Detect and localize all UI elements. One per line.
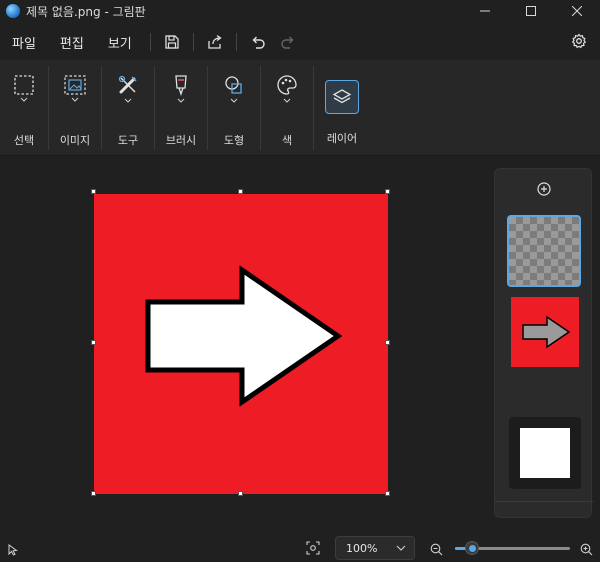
- minimize-icon: [480, 10, 490, 12]
- divider: [495, 501, 593, 502]
- background-layer-preview: [520, 428, 570, 478]
- chevron-down-icon: [124, 98, 132, 103]
- ribbon: 선택 이미지 도구 브러시 도형 색 레이어: [0, 60, 600, 156]
- chevron-down-icon: [177, 98, 185, 103]
- selection-group[interactable]: 선택: [0, 60, 48, 156]
- menu-bar: 파일 편집 보기: [0, 26, 600, 58]
- menu-view[interactable]: 보기: [96, 26, 144, 58]
- add-layer-icon: [537, 182, 551, 196]
- window-controls: [462, 0, 600, 22]
- image-icon-wrap: [64, 60, 86, 118]
- undo-button[interactable]: [243, 27, 273, 57]
- resize-handle-n[interactable]: [238, 189, 243, 194]
- pointer-icon: [8, 544, 18, 556]
- tools-label: 도구: [117, 134, 139, 147]
- arrow-thumbnail-icon: [522, 315, 571, 349]
- redo-button[interactable]: [273, 27, 303, 57]
- minimize-button[interactable]: [462, 0, 508, 22]
- zoom-out-button[interactable]: [430, 541, 443, 560]
- layers-panel: [494, 168, 593, 518]
- brush-icon-wrap: [173, 60, 189, 118]
- selection-label: 선택: [13, 134, 35, 147]
- menu-edit[interactable]: 편집: [48, 26, 96, 58]
- resize-handle-e[interactable]: [385, 340, 390, 345]
- layer-thumbnail-background[interactable]: [509, 417, 581, 489]
- redo-icon: [281, 36, 294, 49]
- chevron-down-icon: [230, 98, 238, 103]
- status-bar: 100%: [0, 532, 600, 562]
- divider: [235, 33, 237, 51]
- add-layer-button[interactable]: [495, 179, 593, 199]
- resize-handle-ne[interactable]: [385, 189, 390, 194]
- tools-icon-wrap: [117, 60, 139, 118]
- layers-group[interactable]: 레이어: [314, 60, 370, 156]
- title-bar: 제목 없음.png - 그림판: [0, 0, 600, 22]
- zoom-value: 100%: [346, 541, 378, 555]
- brush-group[interactable]: 브러시: [155, 60, 207, 156]
- arrow-shape[interactable]: [94, 194, 388, 494]
- shapes-group[interactable]: 도형: [208, 60, 260, 156]
- close-button[interactable]: [554, 0, 600, 22]
- zoom-in-button[interactable]: [580, 541, 593, 560]
- resize-handle-se[interactable]: [385, 491, 390, 496]
- palette-icon-wrap: [276, 60, 298, 118]
- chevron-down-icon: [71, 97, 79, 102]
- resize-handle-sw[interactable]: [91, 491, 96, 496]
- zoom-in-icon: [580, 543, 593, 556]
- chevron-down-icon: [20, 97, 28, 102]
- zoom-dropdown[interactable]: 100%: [335, 536, 415, 560]
- pointer-icon-wrap: [8, 541, 18, 560]
- divider: [149, 33, 151, 51]
- color-group[interactable]: 색: [261, 60, 313, 156]
- gear-icon: [571, 33, 587, 49]
- zoom-out-icon: [430, 543, 443, 556]
- selection-icon-wrap: [14, 60, 34, 118]
- zoom-slider-thumb[interactable]: [465, 541, 480, 555]
- palette-icon: [277, 75, 297, 95]
- paint-app: 제목 없음.png - 그림판 파일 편집 보기 선택 이미지 도구 브러시 도…: [0, 0, 600, 562]
- drawing-canvas[interactable]: [94, 194, 388, 494]
- shapes-icon: [225, 76, 242, 94]
- color-label: 색: [281, 134, 293, 147]
- zoom-slider[interactable]: [455, 541, 570, 555]
- selection-icon: [14, 75, 34, 95]
- layers-toggle-button[interactable]: [325, 80, 359, 114]
- resize-handle-w[interactable]: [91, 340, 96, 345]
- menu-file[interactable]: 파일: [0, 26, 48, 58]
- image-group[interactable]: 이미지: [49, 60, 101, 156]
- resize-handle-nw[interactable]: [91, 189, 96, 194]
- tools-group[interactable]: 도구: [102, 60, 154, 156]
- layer-thumbnail-arrow[interactable]: [511, 297, 579, 367]
- undo-icon: [252, 36, 265, 49]
- layers-label: 레이어: [326, 132, 358, 145]
- close-icon: [572, 6, 582, 16]
- chevron-down-icon: [396, 545, 406, 551]
- shapes-label: 도형: [223, 134, 245, 147]
- chevron-down-icon: [283, 98, 291, 103]
- canvas-workspace: [0, 157, 490, 532]
- layer-thumbnail-transparent[interactable]: [507, 215, 581, 287]
- layers-icon: [332, 89, 352, 104]
- window-title: 제목 없음.png - 그림판: [26, 4, 146, 19]
- fit-screen-button[interactable]: [306, 540, 320, 559]
- brush-label: 브러시: [165, 134, 197, 147]
- share-button[interactable]: [200, 27, 230, 57]
- image-icon: [64, 75, 86, 95]
- maximize-icon: [526, 6, 536, 16]
- save-button[interactable]: [157, 27, 187, 57]
- save-icon: [165, 35, 179, 49]
- tools-icon: [118, 75, 137, 94]
- image-label: 이미지: [59, 134, 91, 147]
- shapes-icon-wrap: [223, 60, 245, 118]
- maximize-button[interactable]: [508, 0, 554, 22]
- settings-button[interactable]: [564, 26, 594, 56]
- brush-icon: [175, 75, 187, 96]
- share-icon: [208, 34, 222, 49]
- resize-handle-s[interactable]: [238, 491, 243, 496]
- divider: [192, 33, 194, 51]
- fit-screen-icon: [306, 541, 320, 555]
- paint-app-icon: [6, 4, 20, 18]
